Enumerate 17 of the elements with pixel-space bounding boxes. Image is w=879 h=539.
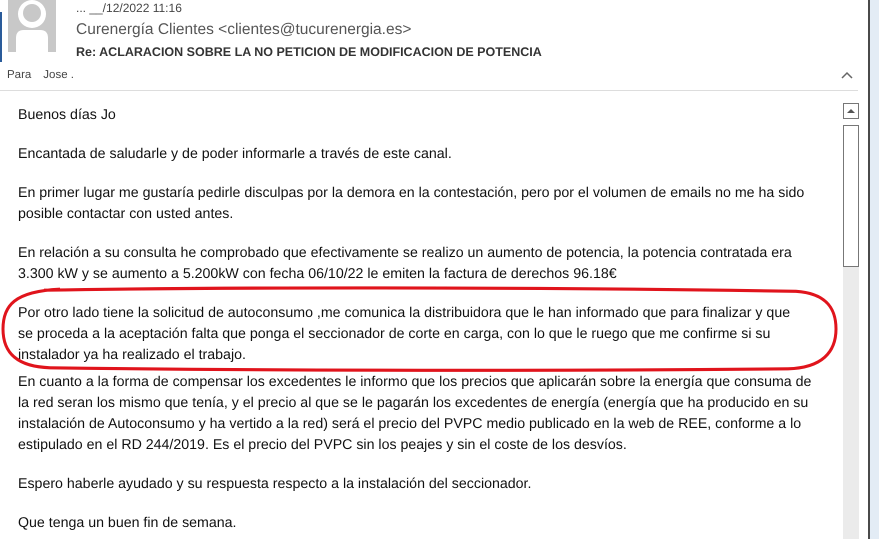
collapse-icon[interactable] xyxy=(841,71,853,79)
paragraph: En primer lugar me gustaría pedirle disculpas por la demora en la contestación, pero por el volumen de emails no me ha sido posible contactar con usted antes. xyxy=(18,184,804,224)
subject-text: Re: ACLARACION SOBRE LA NO PETICION DE MODIFICACION DE POTENCIA xyxy=(76,44,542,60)
scrollbar-thumb[interactable] xyxy=(843,125,859,267)
sender-text: Curenergía Clientes <clientes@tucurenergia.es> xyxy=(76,20,412,40)
scroll-up-button[interactable] xyxy=(843,103,859,119)
paragraph: En relación a su consulta he comprobado que efectivamente se realizo un aumento de potencia, la potencia contratada era 3.300 kW y se aumento a 5.200kW con fecha 06/10/22 le emiten la factura de derechos 96.18€ xyxy=(18,244,792,284)
paragraph: Por otro lado tiene la solicitud de autoconsumo ,me comunica la distribuidora que le han informado que para finalizar y que se proceda a la aceptación falta que ponga el seccionador de corte en carga, con lo que le ruego que me confirme si su instalador ya ha realizado el trabajo. xyxy=(18,304,790,365)
to-label: Para xyxy=(7,69,32,81)
paragraph: Encantada de saludarle y de poder informarle a través de este canal. xyxy=(18,145,452,164)
paragraph: Buenos días Jo xyxy=(18,106,116,125)
paragraph: Que tenga un buen fin de semana. xyxy=(18,514,236,533)
accent-bar xyxy=(0,12,2,62)
paragraph: En cuanto a la forma de compensar los excedentes le informo que los precios que aplicarán sobre la energía que consuma de la red seran los mismo que tenía, y el precio al que se le pagarán los excedentes de energía (energía que ha producido en su instalación de Autoconsumo y ha vertido a la red) será el precio del PVPC medio publicado en la web de REE, conforme a lo estipulado en el RD 244/2019. Es el precio del PVPC sin los peajes y sin el coste de los desvíos. xyxy=(18,373,812,455)
date-text: ... __/12/2022 11:16 xyxy=(76,2,183,14)
recipient-text: Jose . xyxy=(43,69,74,81)
paragraph: Espero haberle ayudado y su respuesta respecto a la instalación del seccionador. xyxy=(18,475,532,494)
